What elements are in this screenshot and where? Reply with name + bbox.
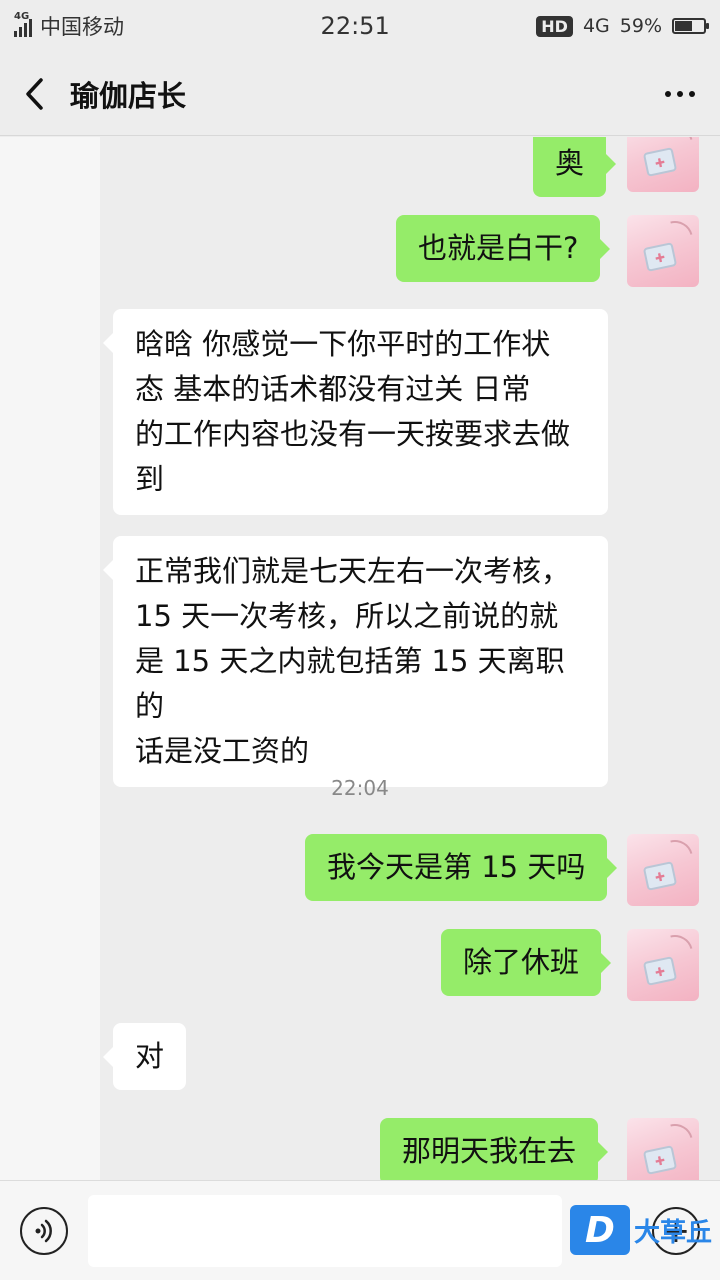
battery-icon — [672, 18, 709, 34]
message-line: 的工作内容也没有一天按要求去做 — [135, 417, 571, 451]
my-avatar[interactable]: ✚ — [627, 215, 699, 287]
message-line: 话是没工资的 — [135, 734, 310, 768]
voice-icon — [35, 1219, 52, 1243]
more-dots-icon — [665, 90, 671, 97]
outgoing-message[interactable]: 那明天我在去 — [380, 1118, 609, 1180]
chevron-left-icon — [26, 77, 43, 110]
battery-percent: 59% — [619, 15, 662, 37]
incoming-message[interactable]: 对 — [102, 1023, 187, 1090]
watermark-text: 大草丘 — [634, 1217, 713, 1248]
message-line: 是 15 天之内就包括第 15 天离职的 — [135, 644, 565, 723]
message-timestamp: 22:04 — [331, 776, 389, 800]
message-text: 我今天是第 15 天吗 — [327, 850, 586, 884]
carrier-name: 中国移动 — [40, 15, 124, 39]
message-list[interactable]: 奥 ✚ 也就是白干? ✚ 晗晗 你感觉一下你平时的工作状 态 基本的话术都没有过… — [0, 137, 720, 1180]
message-line: 态 基本的话术都没有过关 日常 — [135, 372, 531, 406]
hd-badge: HD — [536, 15, 573, 37]
watermark-logo: D — [570, 1205, 630, 1255]
message-line: 到 — [135, 462, 165, 496]
my-avatar[interactable]: ✚ — [627, 834, 699, 906]
chat-header: 瑜伽店长 — [0, 52, 720, 136]
message-text: 除了休班 — [463, 945, 580, 979]
outgoing-message[interactable]: 也就是白干? — [396, 215, 611, 282]
message-text: 也就是白干? — [418, 231, 579, 265]
message-line: 晗晗 你感觉一下你平时的工作状 — [135, 327, 551, 361]
my-avatar[interactable]: ✚ — [627, 929, 699, 1001]
signal-icon: 4G — [14, 11, 32, 37]
message-text: 奥 — [555, 146, 585, 180]
watermark: D 大草丘 — [570, 1205, 712, 1255]
status-bar: 4G 中国移动 22:51 HD 4G 59% — [0, 0, 720, 52]
status-right: HD 4G 59% — [536, 15, 709, 37]
my-avatar[interactable]: ✚ — [627, 1118, 699, 1180]
network-tag: 4G — [14, 11, 30, 22]
more-button[interactable] — [640, 52, 720, 136]
my-avatar[interactable]: ✚ — [627, 137, 699, 192]
message-input[interactable] — [88, 1195, 562, 1267]
incoming-message[interactable]: 晗晗 你感觉一下你平时的工作状 态 基本的话术都没有过关 日常 的工作内容也没有… — [103, 309, 608, 515]
back-button[interactable] — [0, 52, 70, 136]
outgoing-message[interactable]: 除了休班 — [441, 929, 612, 996]
network-type: 4G — [582, 15, 610, 37]
message-line: 正常我们就是七天左右一次考核， — [135, 554, 571, 588]
message-text: 对 — [135, 1039, 165, 1073]
message-text: 那明天我在去 — [402, 1134, 577, 1168]
chat-title: 瑜伽店长 — [70, 78, 187, 113]
outgoing-message[interactable]: 我今天是第 15 天吗 — [305, 834, 618, 901]
voice-button[interactable] — [20, 1207, 68, 1255]
clock: 22:51 — [320, 12, 390, 40]
message-line: 15 天一次考核，所以之前说的就 — [135, 599, 559, 633]
incoming-message[interactable]: 正常我们就是七天左右一次考核， 15 天一次考核，所以之前说的就 是 15 天之… — [103, 536, 608, 787]
outgoing-message[interactable]: 奥 — [533, 137, 617, 197]
